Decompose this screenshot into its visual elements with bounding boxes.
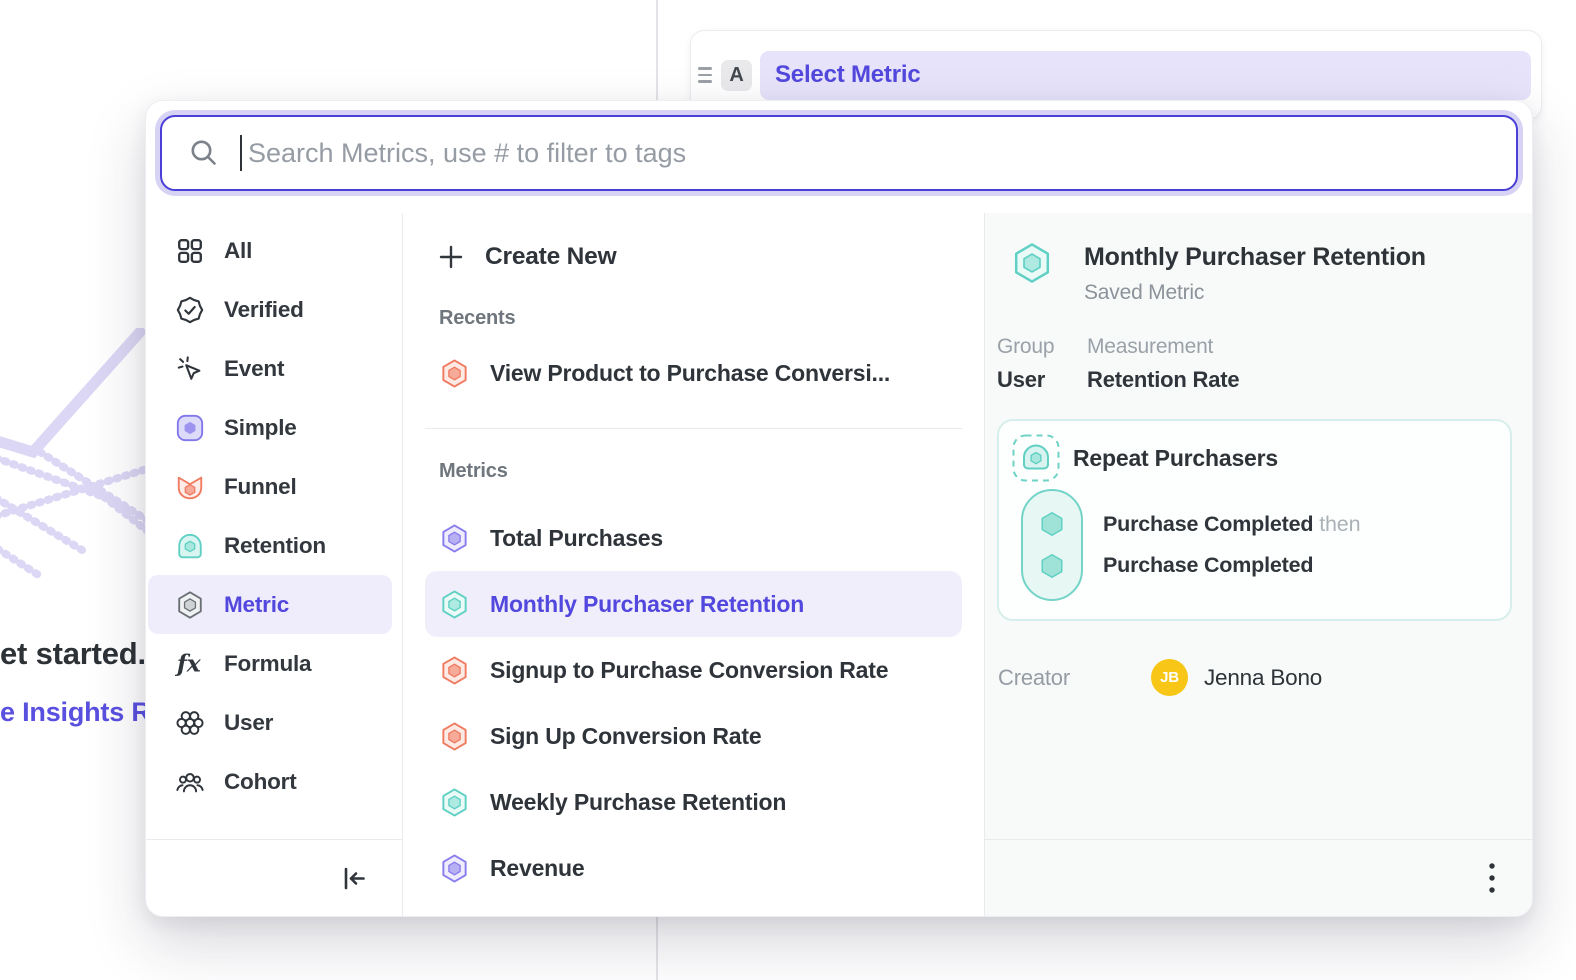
search-icon <box>188 137 220 169</box>
metric-hexagon-icon <box>175 590 205 620</box>
metrics-section-label: Metrics <box>439 460 962 483</box>
sidebar-item-formula[interactable]: ƒx Formula <box>148 634 392 693</box>
purple-metric-hexagon-icon <box>439 523 470 554</box>
funnel-metric-hexagon-icon <box>439 358 470 389</box>
list-item-total-purchases[interactable]: Total Purchases <box>425 505 962 571</box>
simple-hexagon-icon <box>175 413 205 443</box>
list-item-label: Monthly Purchaser Retention <box>490 591 804 618</box>
sidebar-item-simple[interactable]: Simple <box>148 398 392 457</box>
background-link-fragment[interactable]: e Insights Re <box>0 697 165 728</box>
cohort-people-icon <box>175 767 205 797</box>
sidebar-item-label: Retention <box>224 533 326 559</box>
kebab-menu-icon[interactable] <box>1486 860 1498 896</box>
sidebar-item-event[interactable]: Event <box>148 339 392 398</box>
metrics-list-column: Create New Recents View Product to Purch… <box>403 213 984 916</box>
salmon-metric-hexagon-icon <box>439 655 470 686</box>
retention-arch-icon <box>175 531 205 561</box>
detail-subtitle: Saved Metric <box>1084 281 1426 305</box>
recents-section-label: Recents <box>439 307 962 330</box>
list-item-label: Signup to Purchase Conversion Rate <box>490 657 888 684</box>
list-item-label: View Product to Purchase Conversi... <box>490 360 890 387</box>
sidebar-footer <box>146 839 402 916</box>
sidebar-item-label: Cohort <box>224 769 297 795</box>
plus-icon <box>437 243 465 271</box>
creator-label: Creator <box>998 665 1151 691</box>
formula-fx-icon: ƒx <box>175 649 205 679</box>
metric-picker-modal: All Verified Event <box>145 100 1533 917</box>
user-cluster-icon <box>175 708 205 738</box>
metric-detail-panel: Monthly Purchaser Retention Saved Metric… <box>984 213 1533 916</box>
definition-name: Repeat Purchasers <box>1073 445 1278 472</box>
list-item-monthly-purchaser-retention[interactable]: Monthly Purchaser Retention <box>425 571 962 637</box>
cursor-spark-icon <box>175 354 205 384</box>
sidebar-item-verified[interactable]: Verified <box>148 280 392 339</box>
drag-handle-icon[interactable] <box>695 67 715 82</box>
creator-name: Jenna Bono <box>1204 665 1322 691</box>
sidebar-item-label: User <box>224 710 273 736</box>
funnel-hexagon-icon <box>175 472 205 502</box>
group-value: User <box>997 367 1087 393</box>
sidebar-item-label: Metric <box>224 592 289 618</box>
sidebar-item-user[interactable]: User <box>148 693 392 752</box>
event-hexagon-icon <box>1037 509 1067 539</box>
decorative-lines-illustration <box>0 328 150 628</box>
list-item-recent-funnel[interactable]: View Product to Purchase Conversi... <box>425 340 962 406</box>
sidebar-item-label: Event <box>224 356 284 382</box>
retention-definition-icon <box>1011 433 1061 483</box>
collapse-sidebar-icon[interactable] <box>341 865 368 892</box>
type-filter-sidebar: All Verified Event <box>146 213 403 916</box>
purple-metric-hexagon-icon <box>439 853 470 884</box>
sidebar-item-label: All <box>224 238 252 264</box>
detail-panel-footer <box>985 839 1533 916</box>
background-headline-fragment: et started. <box>0 636 146 672</box>
create-new-button[interactable]: Create New <box>425 231 962 283</box>
sidebar-item-label: Formula <box>224 651 311 677</box>
detail-title: Monthly Purchaser Retention <box>1084 243 1426 272</box>
sidebar-item-label: Funnel <box>224 474 297 500</box>
sidebar-item-label: Verified <box>224 297 304 323</box>
step-1-event: Purchase Completed <box>1103 512 1313 536</box>
teal-metric-hexagon-icon <box>439 787 470 818</box>
list-item-signup-to-purchase-conversion-rate[interactable]: Signup to Purchase Conversion Rate <box>425 637 962 703</box>
list-item-label: Weekly Purchase Retention <box>490 789 786 816</box>
measurement-label: Measurement <box>1087 335 1239 359</box>
salmon-metric-hexagon-icon <box>439 721 470 752</box>
create-new-label: Create New <box>485 243 616 271</box>
select-metric-button[interactable]: Select Metric <box>760 51 1531 100</box>
search-bar[interactable] <box>160 115 1518 191</box>
verified-badge-icon <box>175 295 205 325</box>
list-item-label: Sign Up Conversion Rate <box>490 723 761 750</box>
list-item-label: Revenue <box>490 855 584 882</box>
section-divider <box>425 428 962 429</box>
search-input[interactable] <box>248 138 1516 169</box>
grid-icon <box>175 236 205 266</box>
teal-metric-hexagon-icon-large <box>1010 241 1054 285</box>
sidebar-item-funnel[interactable]: Funnel <box>148 457 392 516</box>
step-capsule <box>1021 489 1083 601</box>
sidebar-item-cohort[interactable]: Cohort <box>148 752 392 811</box>
teal-metric-hexagon-icon <box>439 589 470 620</box>
list-item-revenue[interactable]: Revenue <box>425 835 962 901</box>
event-hexagon-icon <box>1037 551 1067 581</box>
measurement-value: Retention Rate <box>1087 367 1239 393</box>
text-caret <box>240 135 242 171</box>
list-item-weekly-purchase-retention[interactable]: Weekly Purchase Retention <box>425 769 962 835</box>
step-connector: then <box>1319 512 1360 536</box>
step-2-event: Purchase Completed <box>1103 553 1313 577</box>
definition-card: Repeat Purchasers Purchase Completedthen <box>997 419 1512 621</box>
list-item-sign-up-conversion-rate[interactable]: Sign Up Conversion Rate <box>425 703 962 769</box>
sidebar-item-metric[interactable]: Metric <box>148 575 392 634</box>
sidebar-item-retention[interactable]: Retention <box>148 516 392 575</box>
creator-avatar: JB <box>1151 659 1188 696</box>
group-label: Group <box>997 335 1087 359</box>
sidebar-item-all[interactable]: All <box>148 221 392 280</box>
list-item-label: Total Purchases <box>490 525 663 552</box>
row-letter-badge: A <box>721 60 752 91</box>
svg-text:ƒx: ƒx <box>175 649 202 677</box>
sidebar-item-label: Simple <box>224 415 297 441</box>
